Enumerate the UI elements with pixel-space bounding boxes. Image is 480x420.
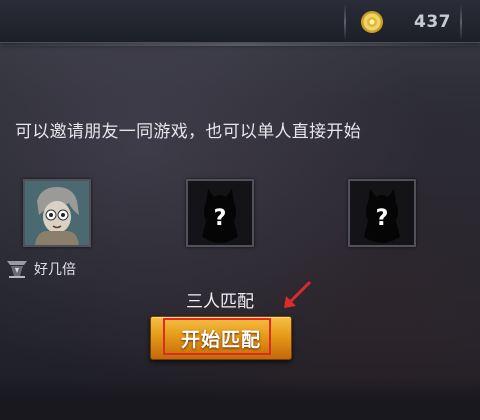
start-match-button[interactable]: 开始匹配: [150, 316, 292, 360]
top-bar-separator: [0, 43, 480, 46]
match-mode-label: 三人匹配: [186, 292, 254, 312]
gold-coin-icon: [361, 11, 383, 33]
top-divider: [344, 4, 346, 40]
player-avatar: [25, 181, 89, 245]
player-slot-2[interactable]: ?: [186, 179, 254, 247]
currency-value: 437: [414, 12, 451, 32]
player-info: 好几倍: [6, 258, 76, 280]
bottom-shade: [0, 378, 480, 420]
annotation-arrow-icon: [284, 281, 311, 308]
currency-display[interactable]: 437: [350, 6, 465, 38]
svg-text:?: ?: [376, 206, 389, 231]
unknown-player-icon: ?: [350, 181, 414, 245]
player-name: 好几倍: [34, 262, 76, 278]
invite-instruction: 可以邀请朋友一同游戏，也可以单人直接开始: [15, 122, 361, 142]
start-match-label: 开始匹配: [180, 328, 261, 351]
player-slot-1[interactable]: [23, 179, 91, 247]
svg-text:?: ?: [214, 206, 227, 231]
unknown-player-icon: ?: [188, 181, 252, 245]
player-slot-3[interactable]: ?: [348, 179, 416, 247]
rank-badge-icon: [7, 261, 27, 278]
